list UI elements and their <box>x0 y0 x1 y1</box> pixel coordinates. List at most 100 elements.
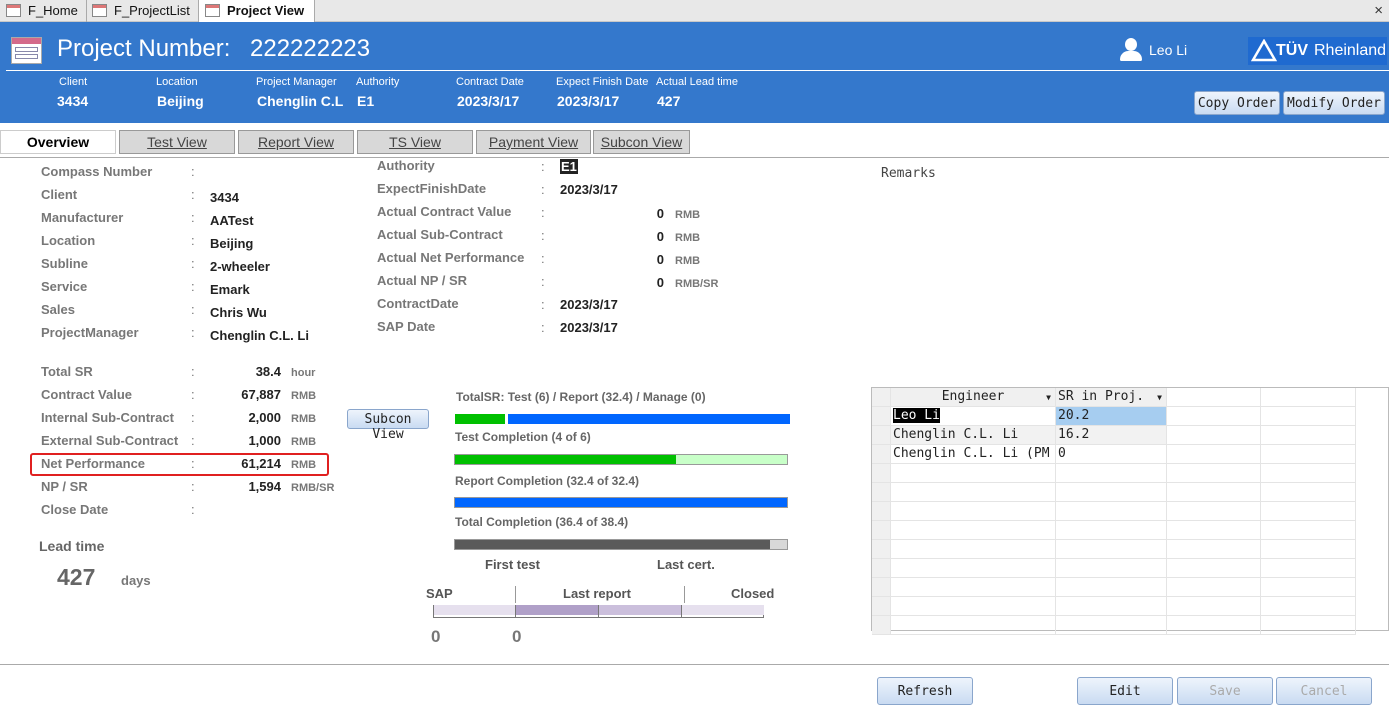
engineer-grid[interactable]: Engineer ▼ SR in Proj. ▼ Leo Li 20.2 Chengli… <box>871 387 1389 635</box>
colon: : <box>191 164 195 179</box>
empty-cell <box>1261 578 1356 597</box>
form-icon <box>6 4 21 17</box>
total-sr-label: TotalSR: Test (6) / Report (32.4) / Mana… <box>456 390 706 404</box>
report-share-segment <box>508 414 790 424</box>
field-unit: RMB <box>675 255 701 267</box>
row-selector[interactable] <box>872 483 891 502</box>
field-number: 0 <box>656 229 664 244</box>
empty-cell <box>891 597 1056 616</box>
field-value: Beijing <box>210 236 254 251</box>
tab-ts-view[interactable]: TS View <box>357 130 473 154</box>
sr-cell[interactable]: 16.2 <box>1056 426 1167 445</box>
row-selector[interactable] <box>872 597 891 616</box>
row-selector[interactable] <box>872 578 891 597</box>
lead-time-days: 427 <box>57 564 96 590</box>
empty-cell <box>1056 559 1167 578</box>
row-selector[interactable] <box>872 445 891 464</box>
location-value: Beijing <box>157 93 204 109</box>
empty-cell <box>891 483 1056 502</box>
last-report-value: 0 <box>512 627 522 646</box>
field-unit: RMB/SR <box>675 278 719 290</box>
subcon-view-button[interactable]: Subcon View <box>347 409 429 442</box>
empty-cell <box>1261 540 1356 559</box>
tab-label: Project View <box>227 3 305 18</box>
total-completion-bar <box>454 539 788 550</box>
field-value: Chris Wu <box>210 305 267 320</box>
colon: : <box>191 410 195 425</box>
user-icon <box>1119 38 1143 62</box>
empty-cell <box>891 559 1056 578</box>
row-selector[interactable] <box>872 502 891 521</box>
modify-order-button[interactable]: Modify Order <box>1283 91 1385 115</box>
column-header-engineer[interactable]: Engineer ▼ <box>891 388 1056 407</box>
field-value: Emark <box>210 282 250 297</box>
cancel-button[interactable]: Cancel <box>1276 677 1372 705</box>
select-all-corner[interactable] <box>872 388 891 407</box>
remarks-label: Remarks <box>881 166 936 181</box>
colon: : <box>191 210 195 225</box>
dropdown-arrow-icon[interactable]: ▼ <box>1046 393 1051 402</box>
pm-value: Chenglin C.L <box>257 93 344 109</box>
total-sr-bar <box>455 414 790 424</box>
field-label: Sales <box>41 302 75 317</box>
sap-label: SAP <box>426 586 453 601</box>
form-icon <box>92 4 107 17</box>
empty-cell <box>1261 521 1356 540</box>
empty-cell <box>891 521 1056 540</box>
edit-button[interactable]: Edit <box>1077 677 1173 705</box>
doc-tab-projectlist[interactable]: F_ProjectList <box>86 0 199 22</box>
field-label: Client <box>41 187 78 202</box>
engineer-cell[interactable]: Chenglin C.L. Li <box>891 426 1056 445</box>
engineer-cell[interactable]: Chenglin C.L. Li (PM <box>891 445 1056 464</box>
doc-tab-projectview[interactable]: Project View <box>199 0 315 22</box>
fin-unit: RMB <box>291 390 317 402</box>
footer-divider <box>0 664 1389 665</box>
row-selector[interactable] <box>872 559 891 578</box>
sap-value: 0 <box>431 627 441 646</box>
project-number: 222222223 <box>250 35 371 62</box>
header-label: Engineer <box>941 389 1005 404</box>
row-selector[interactable] <box>872 616 891 635</box>
empty-cell <box>1261 407 1356 426</box>
sr-cell[interactable]: 20.2 <box>1056 407 1167 426</box>
field-value[interactable]: E1 <box>560 159 578 174</box>
column-header-sr[interactable]: SR in Proj. ▼ <box>1056 388 1167 407</box>
tab-subcon-view[interactable]: Subcon View <box>593 130 690 154</box>
fin-label: Contract Value <box>41 387 133 402</box>
empty-cell <box>1261 464 1356 483</box>
tab-overview[interactable]: Overview <box>0 130 116 154</box>
field-value: 2023/3/17 <box>560 320 618 335</box>
row-selector[interactable] <box>872 407 891 426</box>
empty-cell <box>1167 483 1261 502</box>
tab-test-view[interactable]: Test View <box>119 130 235 154</box>
report-completion-bar <box>454 497 788 508</box>
colon: : <box>191 479 195 494</box>
empty-cell <box>1261 426 1356 445</box>
row-selector[interactable] <box>872 426 891 445</box>
copy-order-button[interactable]: Copy Order <box>1194 91 1280 115</box>
save-button[interactable]: Save <box>1177 677 1273 705</box>
field-label: ContractDate <box>377 296 459 311</box>
authority-value: E1 <box>357 93 375 109</box>
doc-tab-home[interactable]: F_Home <box>0 0 87 22</box>
fin-value: 1,594 <box>248 479 281 494</box>
row-selector[interactable] <box>872 464 891 483</box>
refresh-button[interactable]: Refresh <box>877 677 973 705</box>
field-number: 0 <box>656 252 664 267</box>
empty-cell <box>1167 445 1261 464</box>
row-selector[interactable] <box>872 521 891 540</box>
row-selector[interactable] <box>872 540 891 559</box>
engineer-cell[interactable]: Leo Li <box>891 407 1056 426</box>
colon: : <box>541 228 545 243</box>
sr-cell[interactable]: 0 <box>1056 445 1167 464</box>
days-unit: days <box>121 573 151 588</box>
tab-label: F_Home <box>28 3 78 18</box>
tab-report-view[interactable]: Report View <box>238 130 354 154</box>
timeline-bar <box>433 605 764 618</box>
field-label: Actual Net Performance <box>377 250 525 265</box>
dropdown-arrow-icon[interactable]: ▼ <box>1157 393 1162 402</box>
field-unit: RMB <box>675 209 701 221</box>
tab-payment-view[interactable]: Payment View <box>476 130 591 154</box>
close-icon[interactable]: × <box>1374 2 1383 19</box>
empty-cell <box>1167 616 1261 635</box>
